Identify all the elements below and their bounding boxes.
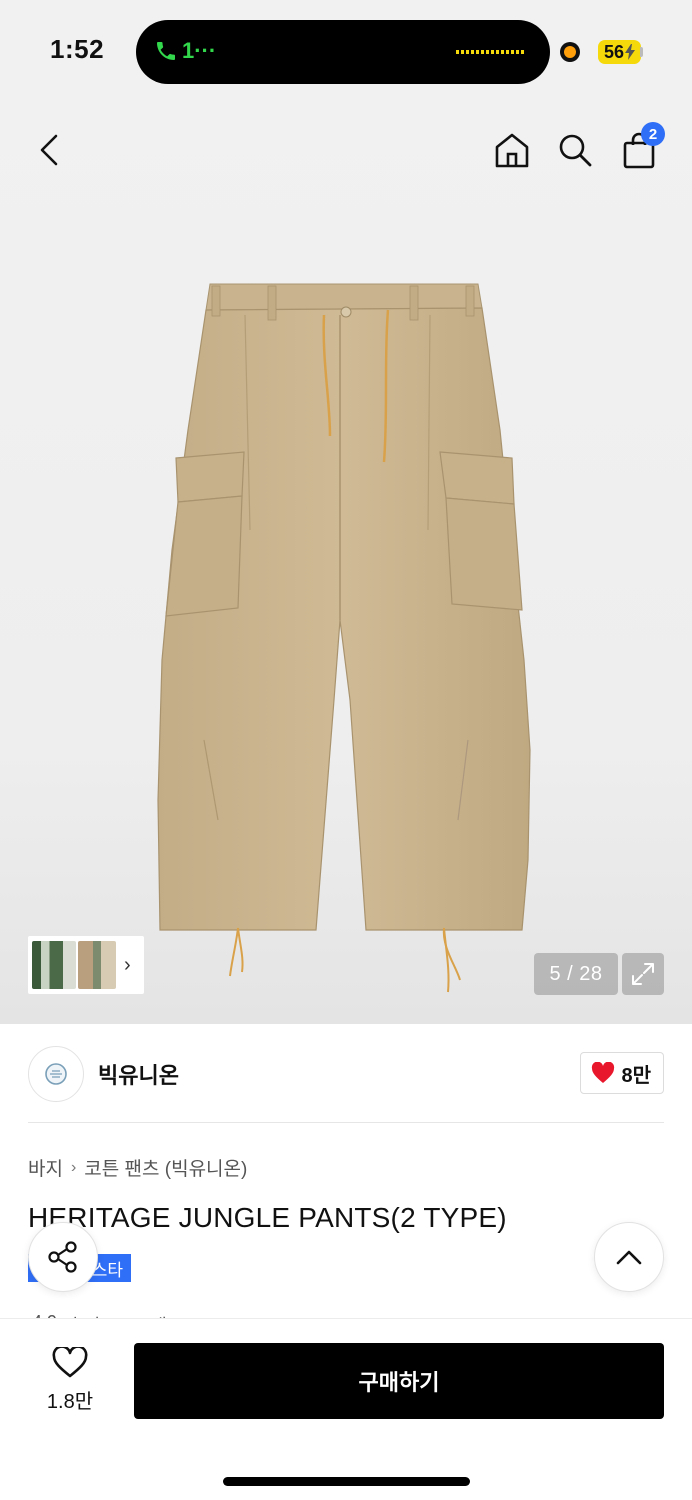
expand-image-button[interactable] bbox=[622, 953, 664, 995]
home-indicator[interactable] bbox=[223, 1477, 470, 1486]
thumbnail-image[interactable] bbox=[78, 941, 116, 989]
home-icon bbox=[495, 133, 529, 168]
heart-outline-icon bbox=[52, 1347, 88, 1378]
dynamic-island[interactable]: 1··· bbox=[136, 20, 550, 84]
wishlist-button[interactable]: 1.8만 bbox=[30, 1347, 110, 1414]
model-photo-thumbnails[interactable]: › bbox=[28, 936, 144, 994]
thumbnail-image[interactable] bbox=[32, 941, 76, 989]
heart-filled-icon bbox=[592, 1062, 615, 1083]
expand-icon bbox=[632, 963, 654, 985]
status-time: 1:52 bbox=[50, 34, 105, 64]
cart-button[interactable]: 2 bbox=[617, 122, 665, 172]
brand-name[interactable]: 빅유니온 bbox=[98, 1058, 179, 1090]
image-counter: 5 / 28 bbox=[534, 953, 618, 995]
battery-tip bbox=[640, 47, 643, 57]
brand-like-count: 8만 bbox=[621, 1064, 651, 1087]
brand-logo[interactable] bbox=[28, 1046, 84, 1102]
breadcrumb: 바지 › 코튼 팬츠 (빅유니온) bbox=[28, 1154, 247, 1181]
share-icon bbox=[48, 1241, 77, 1273]
call-label: 1··· bbox=[182, 38, 217, 63]
charging-bolt-icon bbox=[625, 44, 636, 60]
privacy-indicator-icon bbox=[560, 42, 580, 62]
phone-icon bbox=[157, 42, 175, 60]
battery-indicator: 56 bbox=[598, 40, 642, 64]
cart-count-badge: 2 bbox=[641, 122, 665, 146]
scroll-to-top-button[interactable] bbox=[594, 1222, 664, 1292]
active-call-indicator[interactable]: 1··· bbox=[154, 38, 216, 64]
product-image-pants bbox=[157, 283, 531, 993]
brand-row[interactable]: 빅유니온 8만 bbox=[28, 1044, 664, 1104]
chevron-up-icon bbox=[616, 1250, 642, 1265]
buy-button[interactable]: 구매하기 bbox=[134, 1343, 664, 1419]
breadcrumb-category[interactable]: 바지 bbox=[28, 1154, 63, 1181]
product-title: HERITAGE JUNGLE PANTS(2 TYPE) bbox=[28, 1202, 507, 1233]
chevron-right-icon: › bbox=[70, 1158, 77, 1176]
status-bar: 1:52 1··· 56 bbox=[0, 0, 692, 100]
back-button[interactable] bbox=[28, 128, 72, 172]
bottom-action-bar: 1.8만 구매하기 bbox=[0, 1318, 692, 1500]
chevron-left-icon bbox=[40, 134, 58, 166]
wishlist-count: 1.8만 bbox=[46, 1391, 94, 1413]
search-button[interactable] bbox=[553, 128, 597, 172]
search-icon bbox=[559, 134, 592, 167]
product-image-gallery[interactable] bbox=[0, 100, 692, 1024]
brand-like-button[interactable]: 8만 bbox=[580, 1052, 664, 1094]
chevron-right-icon: › bbox=[124, 953, 131, 976]
home-button[interactable] bbox=[490, 128, 534, 172]
divider bbox=[28, 1122, 664, 1123]
battery-level: 56 bbox=[604, 42, 625, 62]
audio-waveform-icon bbox=[456, 50, 526, 54]
brand-emblem-icon bbox=[45, 1063, 67, 1085]
breadcrumb-subcategory[interactable]: 코튼 팬츠 (빅유니온) bbox=[84, 1154, 247, 1181]
share-button[interactable] bbox=[28, 1222, 98, 1292]
